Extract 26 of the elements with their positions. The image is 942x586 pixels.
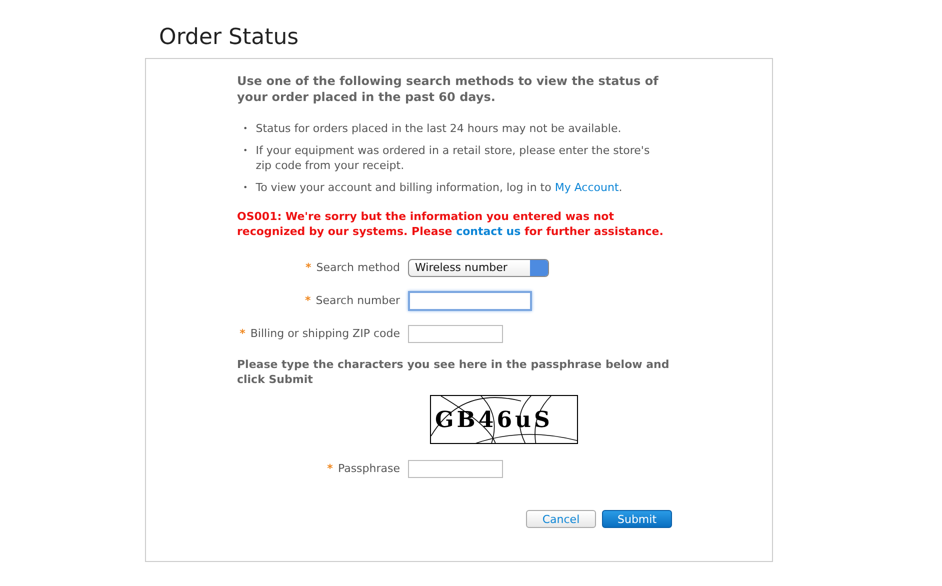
field-label: Billing or shipping ZIP code (250, 326, 400, 342)
bullet-icon: • (243, 180, 248, 195)
search-method-select[interactable]: Wireless number (408, 259, 549, 277)
required-mark: * (240, 326, 246, 342)
required-mark: * (327, 460, 333, 477)
account-link[interactable]: My Account (554, 181, 619, 194)
note-item: If your equipment was ordered in a retail store, please enter the store's zip code from your receipt. (256, 143, 651, 173)
field-label: Search number (316, 292, 400, 309)
bullet-icon: • (243, 143, 248, 173)
note-item: Status for orders placed in the last 24 hours may not be available. (256, 121, 622, 136)
input-field[interactable] (408, 460, 503, 478)
cancel-button[interactable]: Cancel (526, 510, 596, 528)
page-title: Order Status (159, 24, 300, 52)
submit-button[interactable]: Submit (602, 510, 672, 528)
input-field[interactable] (408, 291, 532, 311)
input-field[interactable] (408, 325, 503, 343)
bullet-icon: • (243, 121, 248, 136)
contact-link[interactable]: contact us (456, 225, 521, 238)
required-mark: * (305, 292, 311, 309)
field-label: Search method (316, 260, 400, 276)
required-mark: * (305, 260, 312, 276)
note-item: To view your account and billing information, log in to My Account. (256, 180, 622, 195)
field-label: Passphrase (338, 460, 400, 477)
intro-text: Use one of the following search methods to view the status of your order placed in the past 60 days. (237, 73, 660, 105)
error-message: OS001: We're sorry but the information you entered was not recognized by our systems. Please contact us for further assistance. (237, 209, 664, 239)
captcha-prompt: Please type the characters you see here in the passphrase below and click Submit (237, 357, 670, 387)
